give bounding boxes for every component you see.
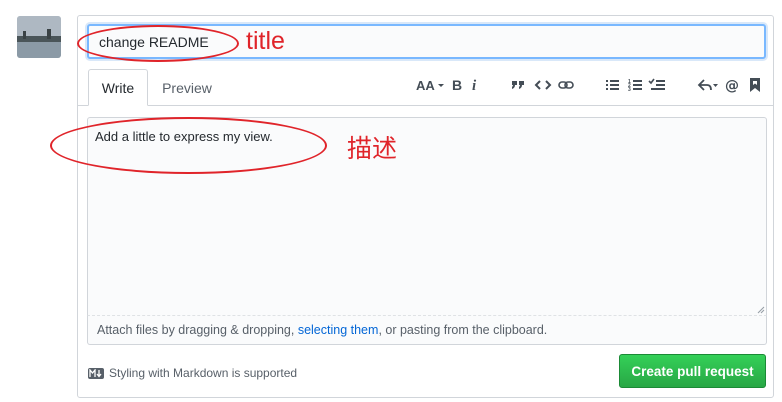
svg-text:3: 3 xyxy=(628,87,631,93)
quote-icon[interactable] xyxy=(510,76,526,94)
svg-text:B: B xyxy=(452,77,462,93)
svg-text:AA: AA xyxy=(416,78,435,93)
mention-icon[interactable]: @ xyxy=(724,76,740,94)
avatar-landscape-image xyxy=(17,16,61,58)
title-annotation-label: title xyxy=(246,27,285,55)
bulleted-list-icon[interactable] xyxy=(604,76,620,94)
tab-preview-label: Preview xyxy=(162,79,212,96)
markdown-icon xyxy=(88,367,104,379)
attach-select-link[interactable]: selecting them xyxy=(298,323,379,337)
tab-preview[interactable]: Preview xyxy=(151,69,223,106)
code-icon[interactable] xyxy=(534,76,552,94)
bold-icon[interactable]: B xyxy=(450,76,464,94)
reply-icon[interactable] xyxy=(697,76,719,94)
title-highlight-ellipse xyxy=(77,25,239,62)
italic-icon[interactable]: i xyxy=(469,76,481,94)
tab-write-label: Write xyxy=(101,79,135,96)
saved-reply-icon[interactable] xyxy=(748,76,762,94)
create-pull-request-label: Create pull request xyxy=(631,363,754,379)
svg-text:i: i xyxy=(472,78,477,93)
resize-handle-icon[interactable] xyxy=(757,306,765,314)
svg-text:@: @ xyxy=(725,78,739,93)
markdown-support-note[interactable]: Styling with Markdown is supported xyxy=(88,366,297,380)
create-pull-request-button[interactable]: Create pull request xyxy=(619,354,766,388)
attach-files-bar[interactable]: Attach files by dragging & dropping, sel… xyxy=(87,316,767,345)
avatar[interactable] xyxy=(17,16,61,58)
tab-write[interactable]: Write xyxy=(88,69,148,106)
numbered-list-icon[interactable]: 1 2 3 xyxy=(627,76,643,94)
attach-prefix: Attach files by dragging & dropping, xyxy=(97,323,298,337)
task-list-icon[interactable] xyxy=(648,76,666,94)
link-icon[interactable] xyxy=(557,76,575,94)
body-highlight-ellipse xyxy=(50,117,327,174)
attach-suffix: , or pasting from the clipboard. xyxy=(378,323,548,337)
body-annotation-label: 描述 xyxy=(347,134,398,163)
text-size-icon[interactable]: AA xyxy=(416,76,446,94)
markdown-support-text: Styling with Markdown is supported xyxy=(109,366,298,380)
